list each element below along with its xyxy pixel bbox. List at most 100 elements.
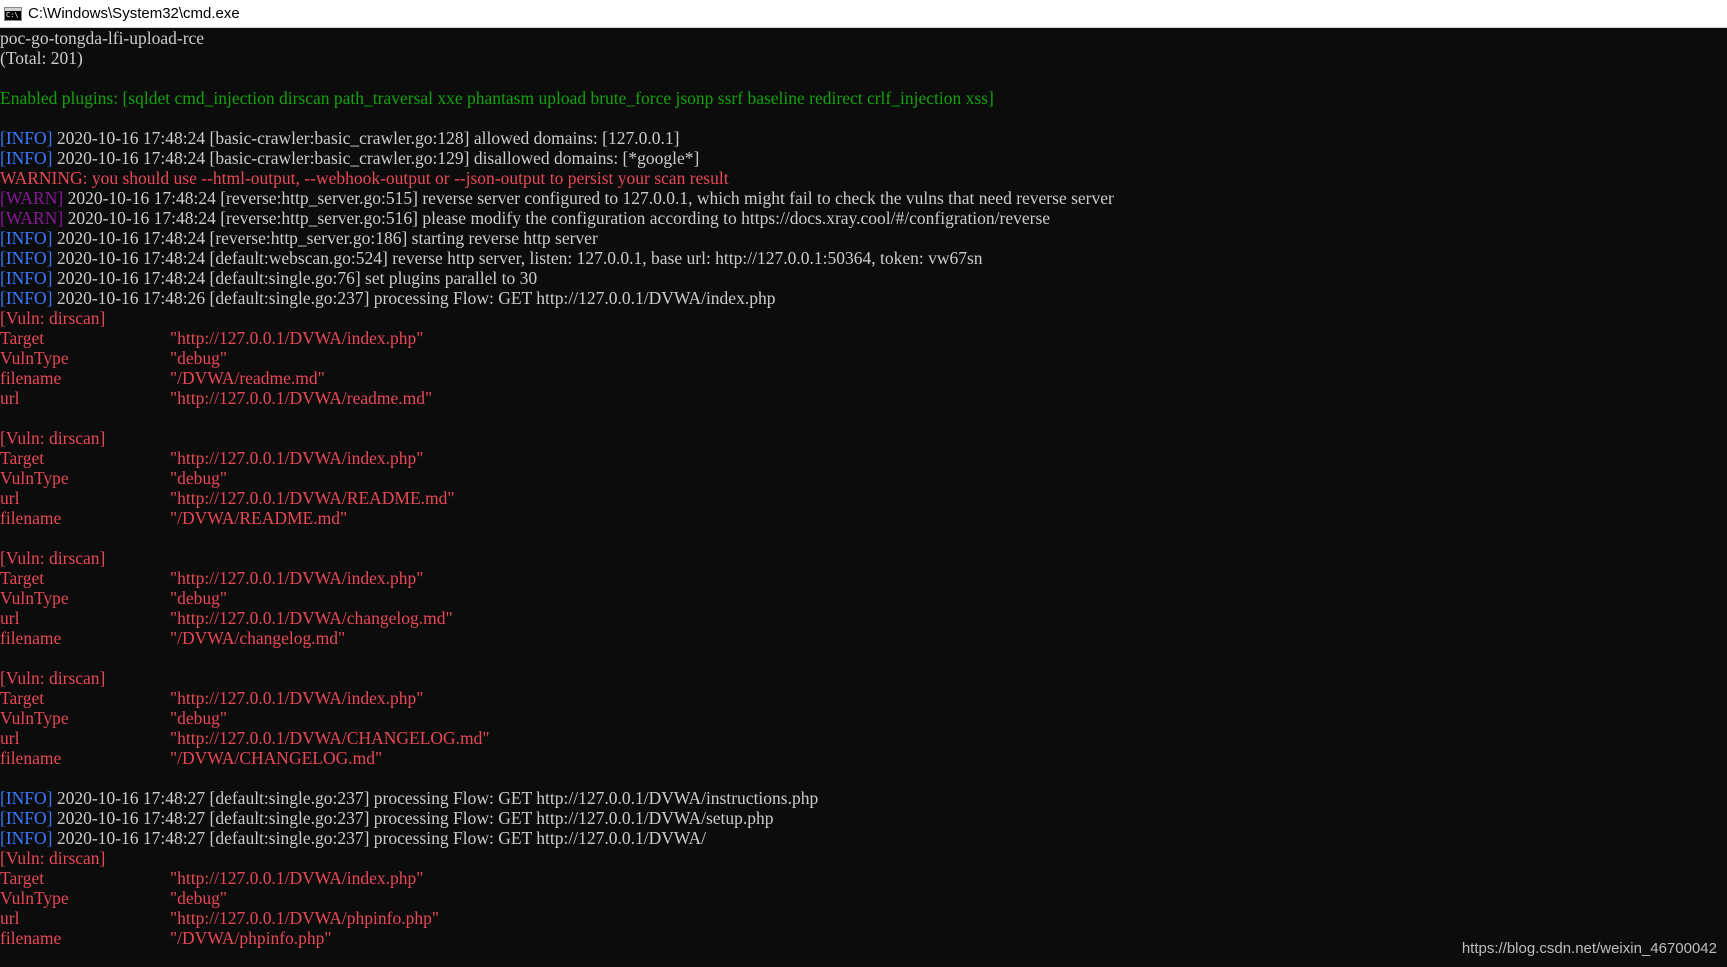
vuln-field: url "http://127.0.0.1/DVWA/CHANGELOG.md" (0, 728, 1727, 748)
console-output[interactable]: poc-go-tongda-lfi-upload-rce (Total: 201… (0, 28, 1727, 967)
vuln-field: Target "http://127.0.0.1/DVWA/index.php" (0, 328, 1727, 348)
vuln-field-key: filename (0, 928, 62, 948)
log-message: 2020-10-16 17:48:24 [reverse:http_server… (63, 208, 1051, 228)
vuln-field-key: Target (0, 328, 45, 348)
vuln-field-value: "debug" (170, 588, 228, 608)
vuln-field: url "http://127.0.0.1/DVWA/changelog.md" (0, 608, 1727, 628)
vuln-header: [Vuln: dirscan] (0, 428, 106, 448)
vuln-field: filename "/DVWA/README.md" (0, 508, 1727, 528)
log-line: [INFO] 2020-10-16 17:48:24 [basic-crawle… (0, 128, 1727, 148)
console-line: poc-go-tongda-lfi-upload-rce (0, 28, 205, 48)
log-level-tag: [WARN] (0, 188, 64, 208)
log-message: 2020-10-16 17:48:26 [default:single.go:2… (52, 288, 776, 308)
vuln-field-key: Target (0, 688, 45, 708)
log-message: 2020-10-16 17:48:27 [default:single.go:2… (52, 788, 819, 808)
log-message: 2020-10-16 17:48:27 [default:single.go:2… (52, 828, 706, 848)
log-line: [INFO] 2020-10-16 17:48:26 [default:sing… (0, 288, 1727, 308)
log-line: [INFO] 2020-10-16 17:48:27 [default:sing… (0, 828, 1727, 848)
vuln-field-value: "http://127.0.0.1/DVWA/index.php" (170, 868, 424, 888)
log-level-tag: [INFO] (0, 288, 53, 308)
log-line: [INFO] 2020-10-16 17:48:27 [default:sing… (0, 788, 1727, 808)
vuln-field-value: "http://127.0.0.1/DVWA/CHANGELOG.md" (170, 728, 490, 748)
vuln-field-value: "http://127.0.0.1/DVWA/phpinfo.php" (170, 908, 440, 928)
vuln-field: VulnType "debug" (0, 708, 1727, 728)
log-line: [INFO] 2020-10-16 17:48:24 [basic-crawle… (0, 148, 1727, 168)
cmd-icon (4, 6, 22, 21)
vuln-field-value: "http://127.0.0.1/DVWA/index.php" (170, 688, 424, 708)
log-level-tag: [WARN] (0, 208, 64, 228)
vuln-field: VulnType "debug" (0, 888, 1727, 908)
vuln-field: Target "http://127.0.0.1/DVWA/index.php" (0, 568, 1727, 588)
enabled-plugins-line: Enabled plugins: [sqldet cmd_injection d… (0, 88, 994, 108)
vuln-field-key: filename (0, 748, 62, 768)
vuln-field: Target "http://127.0.0.1/DVWA/index.php" (0, 448, 1727, 468)
vuln-field-key: VulnType (0, 588, 69, 608)
log-message: 2020-10-16 17:48:27 [default:single.go:2… (52, 808, 774, 828)
vuln-field-key: Target (0, 448, 45, 468)
log-message: 2020-10-16 17:48:24 [reverse:http_server… (52, 228, 598, 248)
vuln-field: url "http://127.0.0.1/DVWA/readme.md" (0, 388, 1727, 408)
vuln-field-key: VulnType (0, 708, 69, 728)
vuln-field: filename "/DVWA/CHANGELOG.md" (0, 748, 1727, 768)
vuln-field: filename "/DVWA/readme.md" (0, 368, 1727, 388)
vuln-field-value: "http://127.0.0.1/DVWA/index.php" (170, 568, 424, 588)
vuln-field: url "http://127.0.0.1/DVWA/phpinfo.php" (0, 908, 1727, 928)
log-message: 2020-10-16 17:48:24 [basic-crawler:basic… (52, 148, 700, 168)
vuln-field-key: VulnType (0, 348, 69, 368)
log-line: [INFO] 2020-10-16 17:48:24 [default:sing… (0, 268, 1727, 288)
vuln-field-key: Target (0, 568, 45, 588)
warning-line: WARNING: you should use --html-output, -… (0, 168, 729, 188)
log-level-tag: [INFO] (0, 228, 53, 248)
log-level-tag: [INFO] (0, 148, 53, 168)
vuln-field: Target "http://127.0.0.1/DVWA/index.php" (0, 688, 1727, 708)
vuln-field-value: "debug" (170, 708, 228, 728)
vuln-field-key: url (0, 388, 20, 408)
vuln-field-value: "debug" (170, 348, 228, 368)
vuln-header: [Vuln: dirscan] (0, 848, 106, 868)
vuln-header: [Vuln: dirscan] (0, 308, 106, 328)
vuln-field-value: "http://127.0.0.1/DVWA/readme.md" (170, 388, 433, 408)
vuln-field-key: filename (0, 628, 62, 648)
log-level-tag: [INFO] (0, 788, 53, 808)
window-titlebar[interactable]: C:\Windows\System32\cmd.exe (0, 0, 1727, 28)
vuln-field-value: "/DVWA/phpinfo.php" (170, 928, 332, 948)
vuln-field: filename "/DVWA/changelog.md" (0, 628, 1727, 648)
vuln-field-value: "/DVWA/README.md" (170, 508, 348, 528)
vuln-field-key: url (0, 488, 20, 508)
window-title: C:\Windows\System32\cmd.exe (28, 5, 240, 22)
vuln-field-key: url (0, 908, 20, 928)
vuln-field-key: VulnType (0, 888, 69, 908)
vuln-field-value: "/DVWA/CHANGELOG.md" (170, 748, 383, 768)
log-line: [INFO] 2020-10-16 17:48:27 [default:sing… (0, 808, 1727, 828)
vuln-field-key: filename (0, 508, 62, 528)
vuln-field: VulnType "debug" (0, 348, 1727, 368)
console-line: (Total: 201) (0, 48, 83, 68)
vuln-header: [Vuln: dirscan] (0, 548, 106, 568)
log-line: [WARN] 2020-10-16 17:48:24 [reverse:http… (0, 188, 1727, 208)
log-message: 2020-10-16 17:48:24 [reverse:http_server… (63, 188, 1114, 208)
vuln-field-value: "/DVWA/changelog.md" (170, 628, 346, 648)
vuln-field-value: "debug" (170, 888, 228, 908)
vuln-field-key: filename (0, 368, 62, 388)
vuln-field-key: VulnType (0, 468, 69, 488)
vuln-field: VulnType "debug" (0, 588, 1727, 608)
log-level-tag: [INFO] (0, 268, 53, 288)
log-message: 2020-10-16 17:48:24 [basic-crawler:basic… (52, 128, 680, 148)
log-line: [INFO] 2020-10-16 17:48:24 [default:webs… (0, 248, 1727, 268)
watermark: https://blog.csdn.net/weixin_46700042 (1461, 940, 1717, 957)
log-level-tag: [INFO] (0, 248, 53, 268)
vuln-field-value: "debug" (170, 468, 228, 488)
log-line: [INFO] 2020-10-16 17:48:24 [reverse:http… (0, 228, 1727, 248)
log-level-tag: [INFO] (0, 128, 53, 148)
vuln-field-value: "http://127.0.0.1/DVWA/index.php" (170, 448, 424, 468)
vuln-field: Target "http://127.0.0.1/DVWA/index.php" (0, 868, 1727, 888)
vuln-field-value: "/DVWA/readme.md" (170, 368, 325, 388)
vuln-header: [Vuln: dirscan] (0, 668, 106, 688)
vuln-field: url "http://127.0.0.1/DVWA/README.md" (0, 488, 1727, 508)
